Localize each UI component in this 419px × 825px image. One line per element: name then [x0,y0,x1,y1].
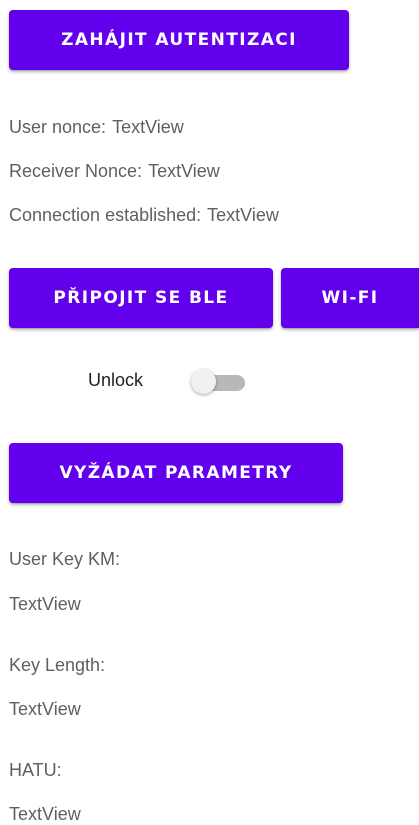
connection-established-label: Connection established: [9,205,202,225]
connect-ble-button[interactable]: PŘIPOJIT SE BLE [9,268,273,328]
receiver-nonce-row: Receiver Nonce: TextView [9,161,220,182]
wifi-button[interactable]: WI-FI [281,268,419,328]
switch-thumb [191,369,216,394]
start-authentication-button[interactable]: ZAHÁJIT AUTENTIZACI [9,10,349,70]
user-nonce-row: User nonce: TextView [9,117,184,138]
key-length-label: Key Length: [9,655,106,675]
user-nonce-label: User nonce: [9,117,107,137]
hatu-label: HATU: [9,760,62,780]
unlock-switch[interactable] [191,368,247,396]
user-key-value: TextView [9,594,81,614]
connection-established-row: Connection established: TextView [9,205,279,226]
request-parameters-button[interactable]: VYŽÁDAT PARAMETRY [9,443,343,503]
receiver-nonce-label: Receiver Nonce: [9,161,143,181]
connection-established-value: TextView [207,205,279,225]
key-length-value: TextView [9,699,81,719]
unlock-label: Unlock [88,370,144,390]
receiver-nonce-value: TextView [148,161,220,181]
hatu-value: TextView [9,804,81,824]
user-key-label: User Key KM: [9,549,121,569]
user-nonce-value: TextView [112,117,184,137]
